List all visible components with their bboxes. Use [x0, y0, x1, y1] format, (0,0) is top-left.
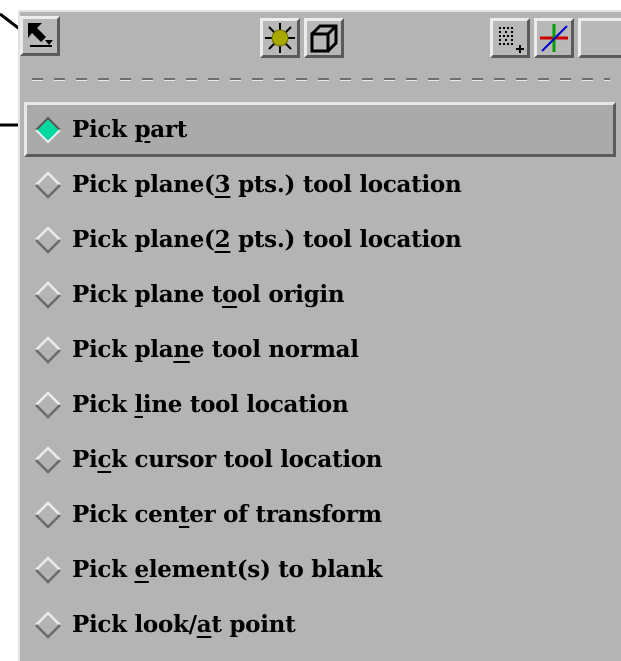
- radio-unselected-icon: [35, 500, 61, 529]
- menu-item[interactable]: Pick center of transform: [24, 487, 616, 542]
- radio-unselected-icon: [35, 610, 61, 639]
- radio-unselected-icon: [35, 445, 61, 474]
- menu-item-label: Pick center of transform: [72, 501, 382, 528]
- radio-unselected-icon: [35, 555, 61, 584]
- pick-mode-dropdown[interactable]: [20, 16, 60, 56]
- radio-unselected-icon: [35, 225, 61, 254]
- menu-item[interactable]: Pick look/at point: [24, 597, 616, 652]
- mnemonic-letter: e: [134, 556, 149, 583]
- mnemonic-letter: o: [222, 281, 238, 308]
- menu-item[interactable]: Pick plane(2 pts.) tool location: [24, 212, 616, 267]
- radio-unselected-icon: [35, 390, 61, 419]
- axis-triad-icon: [540, 24, 568, 52]
- mnemonic-letter: t: [178, 501, 190, 528]
- menu-item-label: Pick element(s) to blank: [72, 556, 383, 583]
- radio-unselected-icon: [35, 170, 61, 199]
- mnemonic-letter: p: [134, 116, 151, 143]
- mnemonic-letter: a: [196, 611, 212, 638]
- mnemonic-letter: 2: [214, 226, 231, 253]
- radio-selected-icon: [35, 116, 61, 143]
- mnemonic-letter: 3: [214, 171, 231, 198]
- menu-item-label: Pick plane tool normal: [72, 336, 359, 363]
- menu-item[interactable]: Pick plane(3 pts.) tool location: [24, 157, 616, 212]
- toolbar-overflow-button[interactable]: [578, 18, 621, 58]
- menu-item-label: Pick plane(3 pts.) tool location: [72, 171, 462, 198]
- radio-unselected-icon: [35, 335, 61, 364]
- menu-item[interactable]: Pick plane tool origin: [24, 267, 616, 322]
- tear-off-highlight: [32, 80, 610, 81]
- box-view-button[interactable]: [304, 18, 344, 58]
- light-source-button[interactable]: [260, 18, 300, 58]
- menu-item[interactable]: Pick cursor tool location: [24, 432, 616, 487]
- pick-options-menu: Pick part Pick plane(3 pts.) tool locatio…: [24, 102, 616, 652]
- toolbar: [20, 12, 621, 70]
- pick-menu-panel: Pick part Pick plane(3 pts.) tool locatio…: [18, 10, 621, 661]
- radio-unselected-icon: [35, 280, 61, 309]
- menu-item-label: Pick plane tool origin: [72, 281, 345, 308]
- mnemonic-letter: l: [134, 391, 143, 418]
- menu-item-label: Pick look/at point: [72, 611, 296, 638]
- light-source-icon: [265, 23, 295, 53]
- grid-select-button[interactable]: [490, 18, 530, 58]
- mnemonic-letter: n: [173, 336, 190, 363]
- menu-item-label: Pick plane(2 pts.) tool location: [72, 226, 462, 253]
- box-outline-icon: [310, 24, 338, 53]
- axis-triad-button[interactable]: [534, 18, 574, 58]
- menu-item-label: Pick cursor tool location: [72, 446, 383, 473]
- menu-item[interactable]: Pick line tool location: [24, 377, 616, 432]
- menu-item[interactable]: Pick element(s) to blank: [24, 542, 616, 597]
- menu-item[interactable]: Pick part: [24, 102, 616, 157]
- pick-cursor-icon: [28, 23, 53, 47]
- grid-select-icon: [499, 27, 524, 53]
- menu-item-label: Pick part: [72, 116, 188, 143]
- mnemonic-letter: c: [97, 446, 112, 473]
- menu-item-label: Pick line tool location: [72, 391, 349, 418]
- menu-item[interactable]: Pick plane tool normal: [24, 322, 616, 377]
